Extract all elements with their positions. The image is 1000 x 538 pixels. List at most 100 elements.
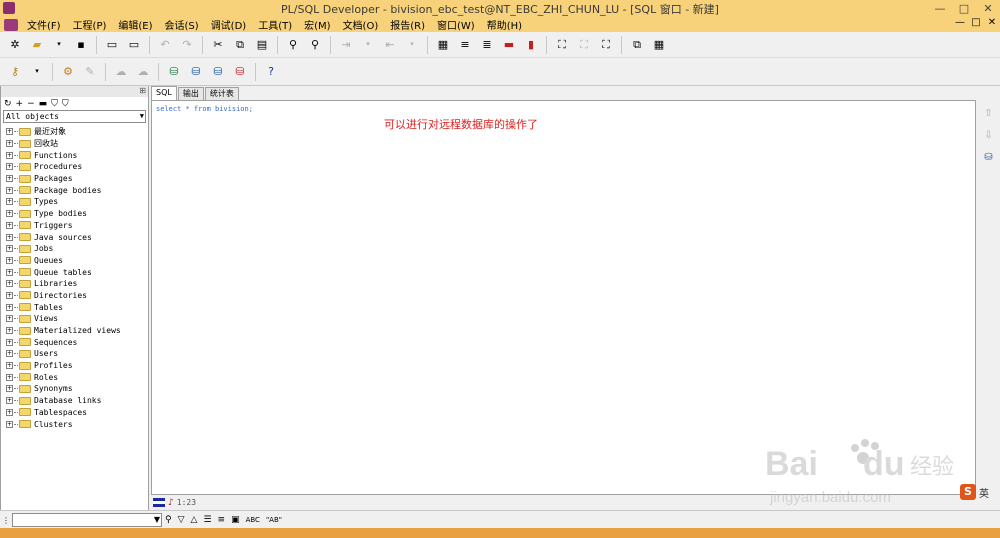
tree-item-clusters[interactable]: + Clusters xyxy=(1,418,148,430)
unindent-icon[interactable]: ⇤ xyxy=(382,37,398,53)
expand-icon[interactable]: + xyxy=(6,397,13,405)
expand-icon[interactable]: + xyxy=(6,198,13,206)
sql-editor[interactable]: select * from bivision; 可以进行对远程数据库的操作了 xyxy=(151,100,976,495)
regex-icon[interactable]: "AB" xyxy=(266,516,282,524)
expand-icon[interactable]: + xyxy=(6,233,13,241)
indent-icon[interactable]: ⇥ xyxy=(338,37,354,53)
export-icon[interactable]: ▬ xyxy=(501,37,517,53)
menu-tools[interactable]: 工具(T) xyxy=(252,17,298,32)
tree-item-directories[interactable]: + Directories xyxy=(1,290,148,302)
tab-output[interactable]: 输出 xyxy=(177,87,204,100)
tree-item-profiles[interactable]: + Profiles xyxy=(1,360,148,372)
tree-item-types[interactable]: + Types xyxy=(1,196,148,208)
tree-item-functions[interactable]: + Functions xyxy=(1,149,148,161)
indent-dropdown-icon[interactable]: ▾ xyxy=(360,37,376,53)
search-icon[interactable]: ⚲ xyxy=(165,515,172,525)
tree-item-database-links[interactable]: + Database links xyxy=(1,395,148,407)
add-icon[interactable]: + xyxy=(16,99,24,109)
tree-item-libraries[interactable]: + Libraries xyxy=(1,278,148,290)
maximize-button[interactable]: □ xyxy=(952,0,976,17)
tree-item-tablespaces[interactable]: + Tablespaces xyxy=(1,407,148,419)
tree-item-queues[interactable]: + Queues xyxy=(1,255,148,267)
list2-icon[interactable]: ≣ xyxy=(479,37,495,53)
find-input[interactable]: ▼ xyxy=(12,512,162,527)
tree-item-recyclebin[interactable]: + 回收站 xyxy=(1,138,148,150)
redo-icon[interactable]: ↷ xyxy=(179,37,195,53)
tree-item-procedures[interactable]: + Procedures xyxy=(1,161,148,173)
menu-session[interactable]: 会话(S) xyxy=(159,17,205,32)
sql-text[interactable]: select * from bivision; xyxy=(156,105,253,113)
tree-item-sequences[interactable]: + Sequences xyxy=(1,336,148,348)
expand-icon[interactable]: + xyxy=(6,245,13,253)
expand-icon[interactable]: + xyxy=(6,385,13,393)
menu-file[interactable]: 文件(F) xyxy=(21,17,67,32)
tab-statistics[interactable]: 统计表 xyxy=(204,87,239,100)
expand-icon[interactable]: + xyxy=(6,186,13,194)
expand-icon[interactable]: + xyxy=(6,303,13,311)
unindent-dropdown-icon[interactable]: ▾ xyxy=(404,37,420,53)
replace-icon[interactable]: ⚲ xyxy=(307,37,323,53)
menu-help[interactable]: 帮助(H) xyxy=(481,17,528,32)
rollback-icon[interactable]: ☁ xyxy=(135,64,151,80)
db-icon[interactable]: ⛁ xyxy=(982,152,996,166)
copy-icon[interactable]: ⧉ xyxy=(232,37,248,53)
disconnect-icon[interactable]: ⛶ xyxy=(576,37,592,53)
filter-icon[interactable]: ⛉ xyxy=(51,99,58,109)
db4-icon[interactable]: ⛁ xyxy=(232,64,248,80)
new-icon[interactable]: ✲ xyxy=(7,37,23,53)
object-filter-select[interactable]: All objects ▼ xyxy=(3,110,146,123)
db1-icon[interactable]: ⛁ xyxy=(166,64,182,80)
menu-reports[interactable]: 报告(R) xyxy=(384,17,431,32)
break-icon[interactable]: ✎ xyxy=(82,64,98,80)
list-icon[interactable]: ≡ xyxy=(457,37,473,53)
expand-icon[interactable]: + xyxy=(6,140,13,148)
undo-icon[interactable]: ↶ xyxy=(157,37,173,53)
tree-item-triggers[interactable]: + Triggers xyxy=(1,220,148,232)
expand-icon[interactable]: + xyxy=(6,128,13,136)
expand-icon[interactable]: + xyxy=(6,221,13,229)
db2-icon[interactable]: ⛁ xyxy=(188,64,204,80)
case-sensitive-icon[interactable]: ▣ xyxy=(231,515,240,525)
tile-icon[interactable]: ▦ xyxy=(651,37,667,53)
expand-icon[interactable]: + xyxy=(6,256,13,264)
paste-icon[interactable]: ▤ xyxy=(254,37,270,53)
expand-icon[interactable]: + xyxy=(6,210,13,218)
key-icon[interactable]: ⚷ xyxy=(7,64,23,80)
tab-sql[interactable]: SQL xyxy=(151,86,177,100)
find-previous-icon[interactable]: △ xyxy=(191,515,198,525)
remove-icon[interactable]: − xyxy=(27,99,35,109)
help-icon[interactable]: ? xyxy=(263,64,279,80)
expand-icon[interactable]: + xyxy=(6,151,13,159)
menu-window[interactable]: 窗口(W) xyxy=(431,17,481,32)
expand-icon[interactable]: + xyxy=(6,327,13,335)
doc-close-button[interactable]: ✕ xyxy=(984,17,1000,28)
print-preview-icon[interactable]: ▭ xyxy=(126,37,142,53)
tree-item-packages[interactable]: + Packages xyxy=(1,173,148,185)
folder-icon[interactable]: ▬ xyxy=(39,99,48,109)
tree-item-synonyms[interactable]: + Synonyms xyxy=(1,383,148,395)
minimize-button[interactable]: — xyxy=(928,0,952,17)
expand-icon[interactable]: + xyxy=(6,163,13,171)
chevron-down-icon[interactable]: ▼ xyxy=(154,515,160,524)
expand-icon[interactable]: + xyxy=(6,268,13,276)
up-arrow-icon[interactable]: ⇧ xyxy=(982,108,996,122)
doc-icon[interactable]: ▦ xyxy=(435,37,451,53)
open-dropdown-icon[interactable]: ▾ xyxy=(51,37,67,53)
doc-minimize-button[interactable]: — xyxy=(952,17,968,28)
tree-item-tables[interactable]: + Tables xyxy=(1,301,148,313)
ime-indicator[interactable]: S 英 xyxy=(960,484,989,500)
key-dropdown-icon[interactable]: ▾ xyxy=(29,64,45,80)
save-icon[interactable]: ▪ xyxy=(73,37,89,53)
tree-item-type-bodies[interactable]: + Type bodies xyxy=(1,208,148,220)
execute-icon[interactable]: ⚙ xyxy=(60,64,76,80)
close-button[interactable]: ✕ xyxy=(976,0,1000,17)
open-icon[interactable]: ▰ xyxy=(29,37,45,53)
down-arrow-icon[interactable]: ⇩ xyxy=(982,130,996,144)
menu-debug[interactable]: 调试(D) xyxy=(205,17,253,32)
tree-item-java-sources[interactable]: + Java sources xyxy=(1,231,148,243)
tree-item-jobs[interactable]: + Jobs xyxy=(1,243,148,255)
db3-icon[interactable]: ⛁ xyxy=(210,64,226,80)
expand-icon[interactable]: + xyxy=(6,315,13,323)
doc-restore-button[interactable]: □ xyxy=(968,17,984,28)
expand-icon[interactable]: + xyxy=(6,362,13,370)
